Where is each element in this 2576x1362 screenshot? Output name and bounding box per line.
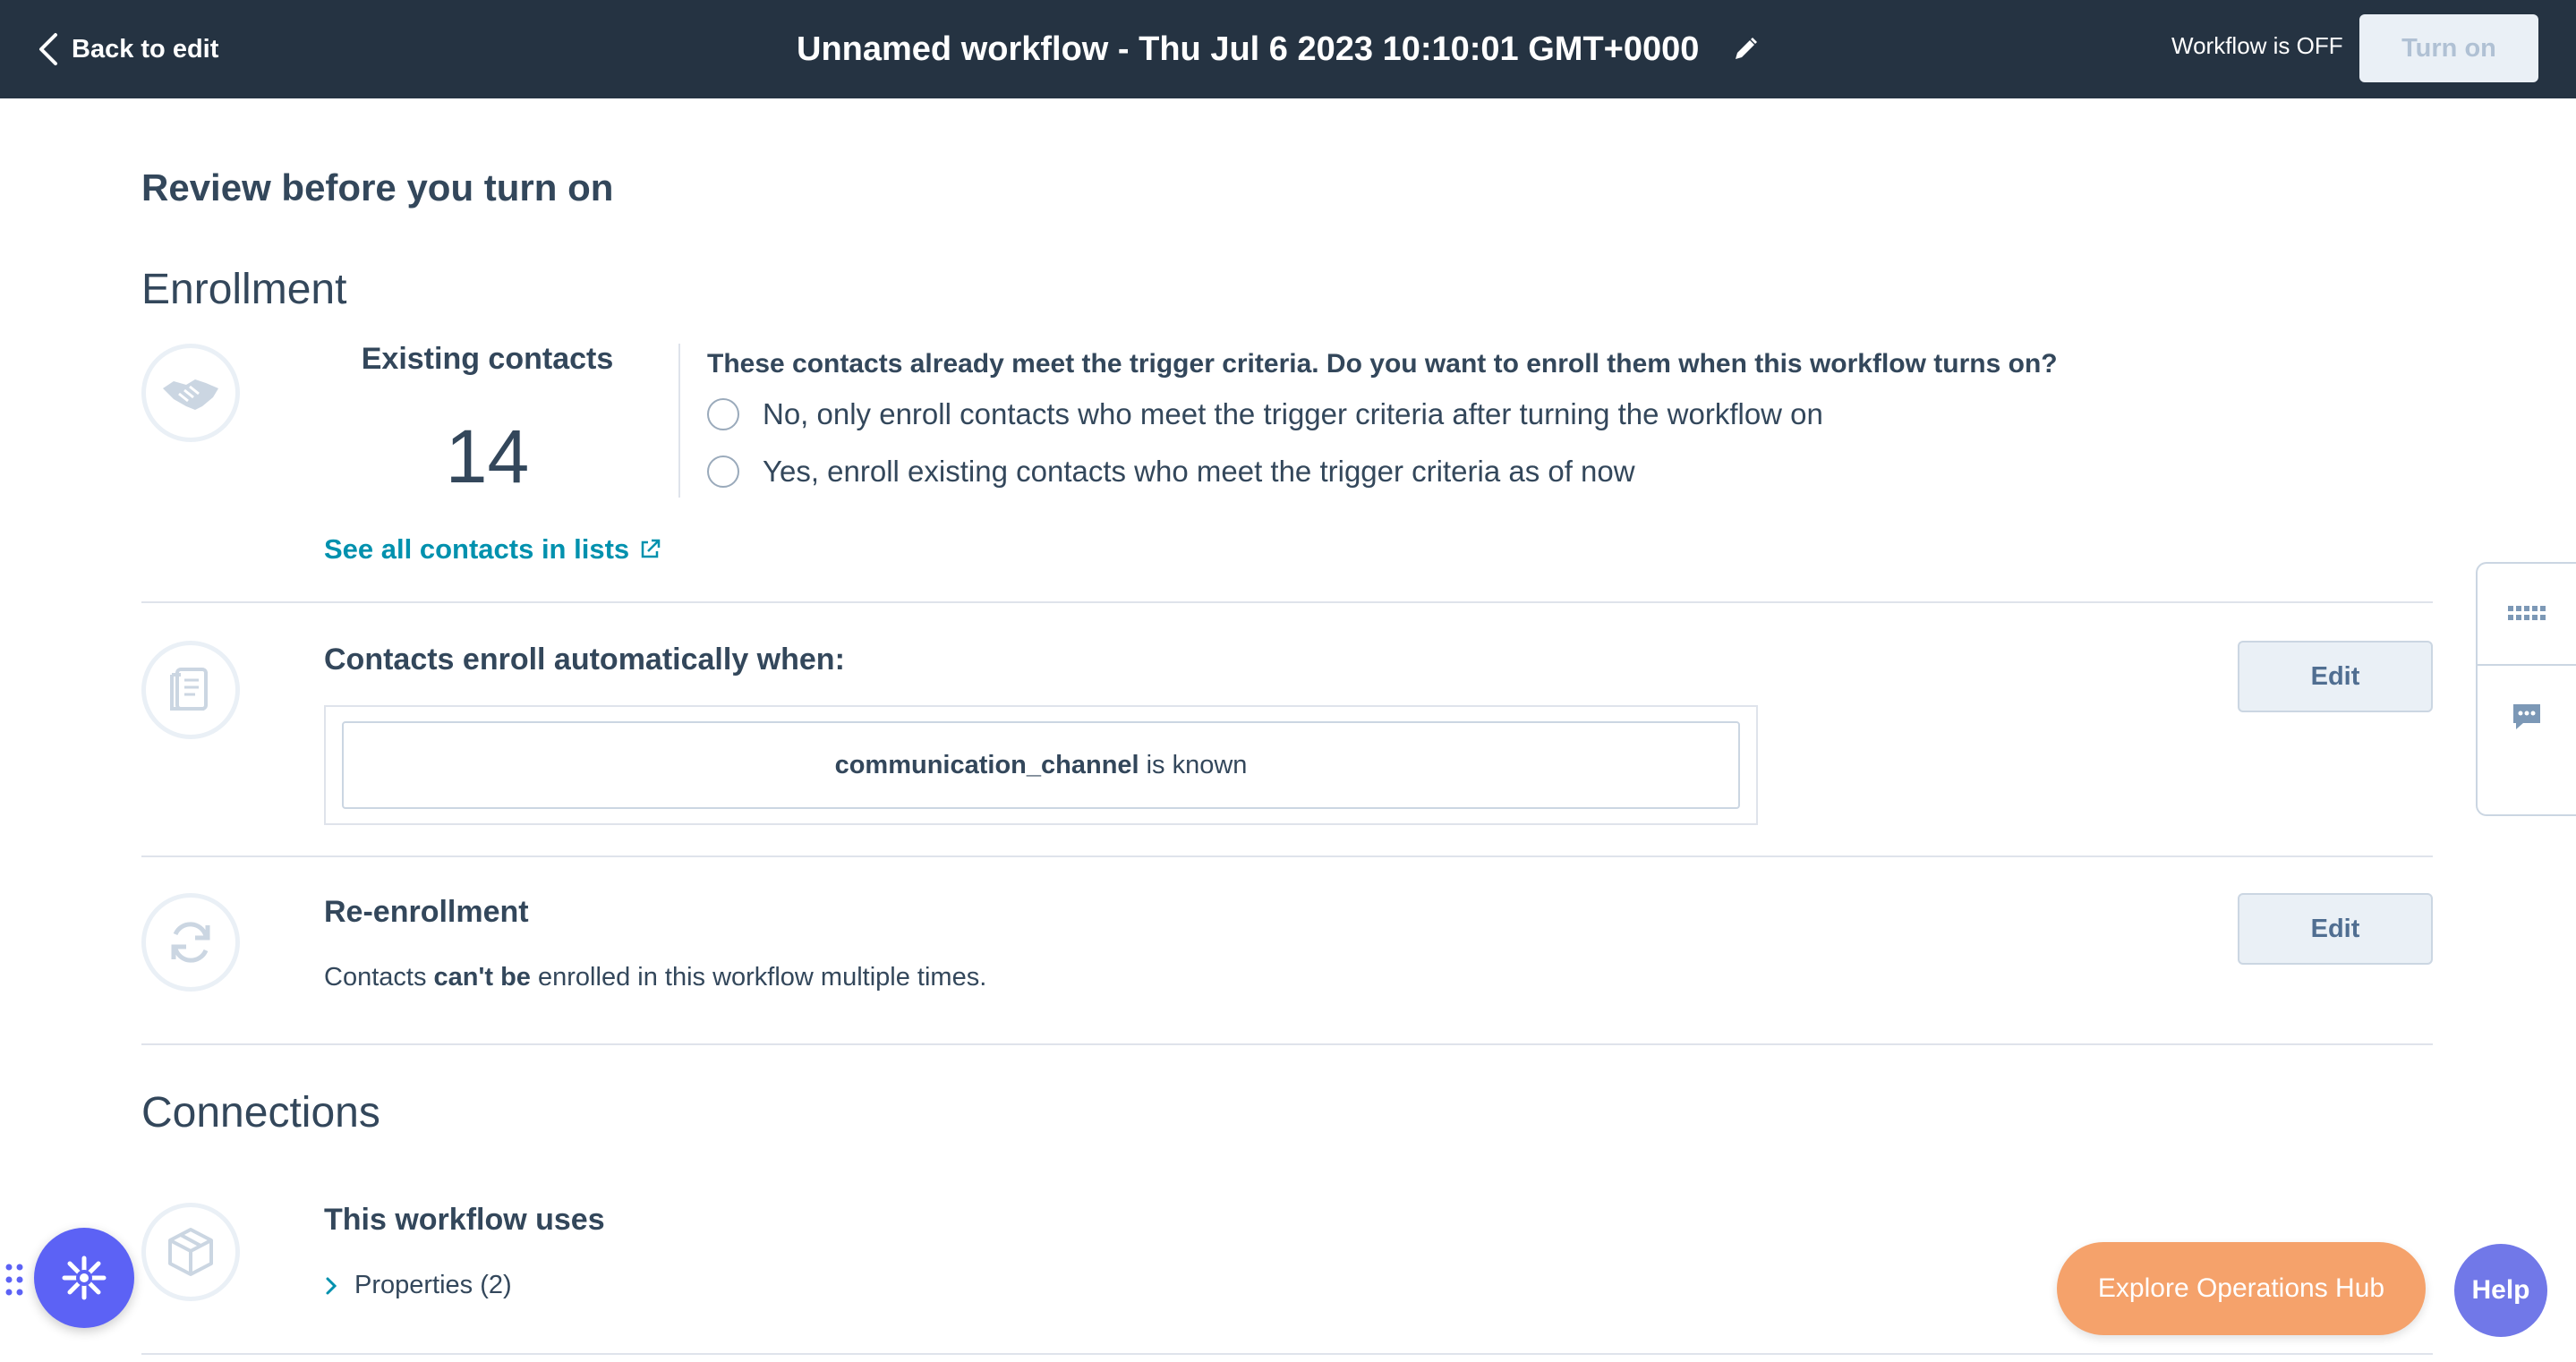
side-panel-divider bbox=[2478, 664, 2576, 666]
properties-label: Properties (2) bbox=[354, 1271, 512, 1299]
criteria-filter: communication_channel is known bbox=[342, 721, 1740, 809]
reenrollment-description: Contacts can't be enrolled in this workf… bbox=[324, 963, 986, 992]
handshake-icon bbox=[163, 379, 218, 410]
workflow-title-text: Unnamed workflow - Thu Jul 6 2023 10:10:… bbox=[797, 30, 1700, 68]
refresh-icon bbox=[171, 922, 210, 963]
side-panel bbox=[2476, 562, 2576, 816]
reenrollment-desc-suffix: enrolled in this workflow multiple times… bbox=[538, 963, 987, 992]
see-all-contacts-link[interactable]: See all contacts in lists bbox=[324, 533, 661, 566]
criteria-condition: is known bbox=[1146, 750, 1248, 779]
explore-operations-hub-button[interactable]: Explore Operations Hub bbox=[2057, 1242, 2426, 1335]
review-heading: Review before you turn on bbox=[141, 166, 614, 209]
enroll-option-no[interactable]: No, only enroll contacts who meet the tr… bbox=[707, 397, 1823, 431]
radio-button[interactable] bbox=[707, 455, 739, 488]
section-divider bbox=[141, 601, 2433, 603]
section-divider bbox=[141, 1043, 2433, 1045]
back-to-edit-link[interactable]: Back to edit bbox=[36, 30, 218, 68]
edit-trigger-button[interactable]: Edit bbox=[2238, 641, 2433, 712]
edit-reenrollment-button[interactable]: Edit bbox=[2238, 893, 2433, 965]
chevron-left-icon bbox=[39, 33, 57, 65]
pencil-icon[interactable] bbox=[1731, 35, 1760, 64]
sparkle-logo-icon bbox=[62, 1256, 107, 1300]
enroll-option-no-label: No, only enroll contacts who meet the tr… bbox=[763, 397, 1823, 430]
existing-contacts-label: Existing contacts bbox=[361, 342, 614, 376]
scroll-icon-badge bbox=[141, 641, 240, 739]
criteria-property: communication_channel bbox=[834, 750, 1139, 779]
package-icon-badge bbox=[141, 1203, 240, 1301]
grid-dots-icon bbox=[2508, 606, 2546, 620]
handshake-icon-badge bbox=[141, 344, 240, 442]
criteria-box: communication_channel is known bbox=[324, 705, 1758, 825]
enroll-option-yes-label: Yes, enroll existing contacts who meet t… bbox=[763, 455, 1635, 488]
external-link-icon bbox=[641, 539, 661, 558]
section-divider bbox=[141, 856, 2433, 857]
enroll-option-yes[interactable]: Yes, enroll existing contacts who meet t… bbox=[707, 455, 1635, 489]
chat-button[interactable] bbox=[2478, 668, 2576, 766]
workflow-uses-heading: This workflow uses bbox=[324, 1203, 605, 1237]
enrollment-heading: Enrollment bbox=[141, 266, 347, 313]
drag-handle-icon[interactable] bbox=[4, 1262, 25, 1298]
assistant-launcher-button[interactable] bbox=[34, 1228, 134, 1328]
see-all-contacts-label: See all contacts in lists bbox=[324, 533, 630, 565]
chevron-right-icon bbox=[326, 1277, 337, 1294]
connections-heading: Connections bbox=[141, 1089, 380, 1136]
reenrollment-heading: Re-enrollment bbox=[324, 895, 529, 929]
reenrollment-desc-bold: can't be bbox=[433, 963, 531, 992]
existing-contacts-count: 14 bbox=[445, 414, 530, 498]
refresh-icon-badge bbox=[141, 893, 240, 992]
back-label: Back to edit bbox=[72, 34, 219, 64]
scroll-icon bbox=[170, 668, 208, 711]
top-bar: Back to edit Unnamed workflow - Thu Jul … bbox=[0, 0, 2576, 98]
auto-enroll-heading: Contacts enroll automatically when: bbox=[324, 643, 845, 677]
vertical-divider bbox=[678, 344, 680, 498]
radio-button[interactable] bbox=[707, 398, 739, 430]
turn-on-button[interactable]: Turn on bbox=[2359, 14, 2538, 82]
reenrollment-desc-prefix: Contacts bbox=[324, 963, 427, 992]
package-icon bbox=[168, 1228, 213, 1276]
workflow-title: Unnamed workflow - Thu Jul 6 2023 10:10:… bbox=[797, 27, 1760, 72]
apps-button[interactable] bbox=[2478, 564, 2576, 662]
enroll-question: These contacts already meet the trigger … bbox=[707, 349, 2058, 379]
properties-toggle[interactable]: Properties (2) bbox=[324, 1271, 512, 1300]
chat-icon bbox=[2513, 704, 2540, 729]
section-divider bbox=[141, 1353, 2433, 1355]
help-button[interactable]: Help bbox=[2454, 1244, 2547, 1337]
workflow-status: Workflow is OFF bbox=[2171, 32, 2343, 59]
